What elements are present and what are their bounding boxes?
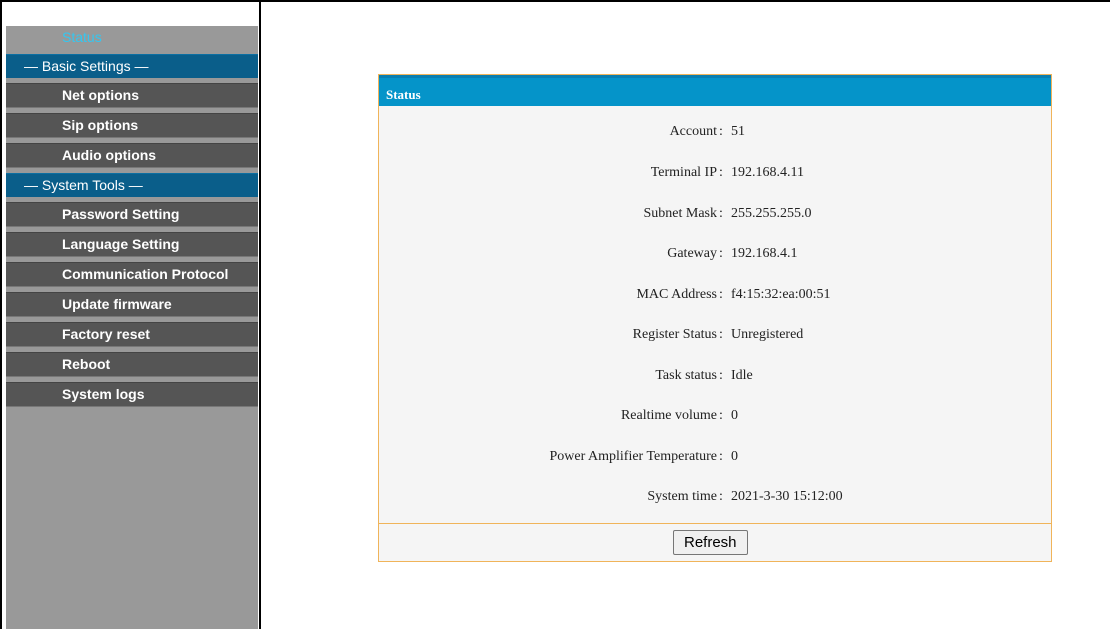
row-colon: : xyxy=(719,165,723,180)
sidebar-item-net-options[interactable]: Net options xyxy=(6,83,258,108)
row-colon: : xyxy=(719,408,723,423)
row-label: MAC Address xyxy=(636,287,717,302)
row-label: Account xyxy=(669,124,717,139)
row-label: System time xyxy=(647,489,717,504)
sidebar-section-basic-settings: — Basic Settings — xyxy=(6,54,258,78)
row-label: Subnet Mask xyxy=(643,206,718,221)
status-row-gateway: Gateway : 192.168.4.1 xyxy=(379,244,1051,264)
row-colon: : xyxy=(719,327,723,342)
row-label: Realtime volume xyxy=(620,408,717,423)
refresh-button[interactable]: Refresh xyxy=(673,530,748,555)
status-panel: Status Account : 51 Terminal IP : 192.16… xyxy=(378,74,1052,562)
status-row-task-status: Task status : Idle xyxy=(379,366,1051,386)
row-value: Idle xyxy=(731,368,753,383)
row-value: 51 xyxy=(731,124,745,139)
sidebar-item-audio-options[interactable]: Audio options xyxy=(6,143,258,168)
sidebar-item-password-setting[interactable]: Password Setting xyxy=(6,202,258,227)
row-label: Terminal IP xyxy=(650,165,717,180)
row-colon: : xyxy=(719,489,723,504)
sidebar-item-reboot[interactable]: Reboot xyxy=(6,352,258,377)
sidebar-divider xyxy=(259,2,261,629)
status-row-realtime-volume: Realtime volume : 0 xyxy=(379,406,1051,426)
page: Status — Basic Settings — Net options Si… xyxy=(0,0,1110,629)
row-colon: : xyxy=(719,206,723,221)
sidebar-item-communication-protocol[interactable]: Communication Protocol xyxy=(6,262,258,287)
row-label: Power Amplifier Temperature xyxy=(549,449,718,464)
status-row-account: Account : 51 xyxy=(379,122,1051,142)
sidebar: Status — Basic Settings — Net options Si… xyxy=(6,26,258,629)
row-value: 192.168.4.1 xyxy=(731,246,798,261)
row-colon: : xyxy=(719,287,723,302)
sidebar-section-system-tools: — System Tools — xyxy=(6,173,258,197)
row-colon: : xyxy=(719,449,723,464)
row-label: Register Status xyxy=(632,327,717,342)
row-colon: : xyxy=(719,124,723,139)
status-row-terminal-ip: Terminal IP : 192.168.4.11 xyxy=(379,163,1051,183)
sidebar-item-language-setting[interactable]: Language Setting xyxy=(6,232,258,257)
row-value: Unregistered xyxy=(731,327,804,342)
row-value: 192.168.4.11 xyxy=(731,165,804,180)
row-colon: : xyxy=(719,246,723,261)
status-row-system-time: System time : 2021-3-30 15:12:00 xyxy=(379,487,1051,507)
row-label: Gateway xyxy=(667,246,717,261)
sidebar-item-sip-options[interactable]: Sip options xyxy=(6,113,258,138)
row-colon: : xyxy=(719,368,723,383)
sidebar-item-system-logs[interactable]: System logs xyxy=(6,382,258,407)
row-label: Task status xyxy=(655,368,717,383)
row-value: f4:15:32:ea:00:51 xyxy=(731,287,831,302)
row-value: 0 xyxy=(731,449,738,464)
panel-footer: Refresh xyxy=(379,523,1051,561)
row-value: 0 xyxy=(731,408,738,423)
status-row-mac-address: MAC Address : f4:15:32:ea:00:51 xyxy=(379,285,1051,305)
sidebar-item-status[interactable]: Status xyxy=(6,26,258,49)
status-row-subnet-mask: Subnet Mask : 255.255.255.0 xyxy=(379,204,1051,224)
row-value: 2021-3-30 15:12:00 xyxy=(731,489,843,504)
sidebar-item-factory-reset[interactable]: Factory reset xyxy=(6,322,258,347)
sidebar-item-update-firmware[interactable]: Update firmware xyxy=(6,292,258,317)
status-row-register-status: Register Status : Unregistered xyxy=(379,325,1051,345)
row-value: 255.255.255.0 xyxy=(731,206,812,221)
status-row-power-amplifier-temperature: Power Amplifier Temperature : 0 xyxy=(379,447,1051,467)
panel-title: Status xyxy=(379,75,1051,106)
